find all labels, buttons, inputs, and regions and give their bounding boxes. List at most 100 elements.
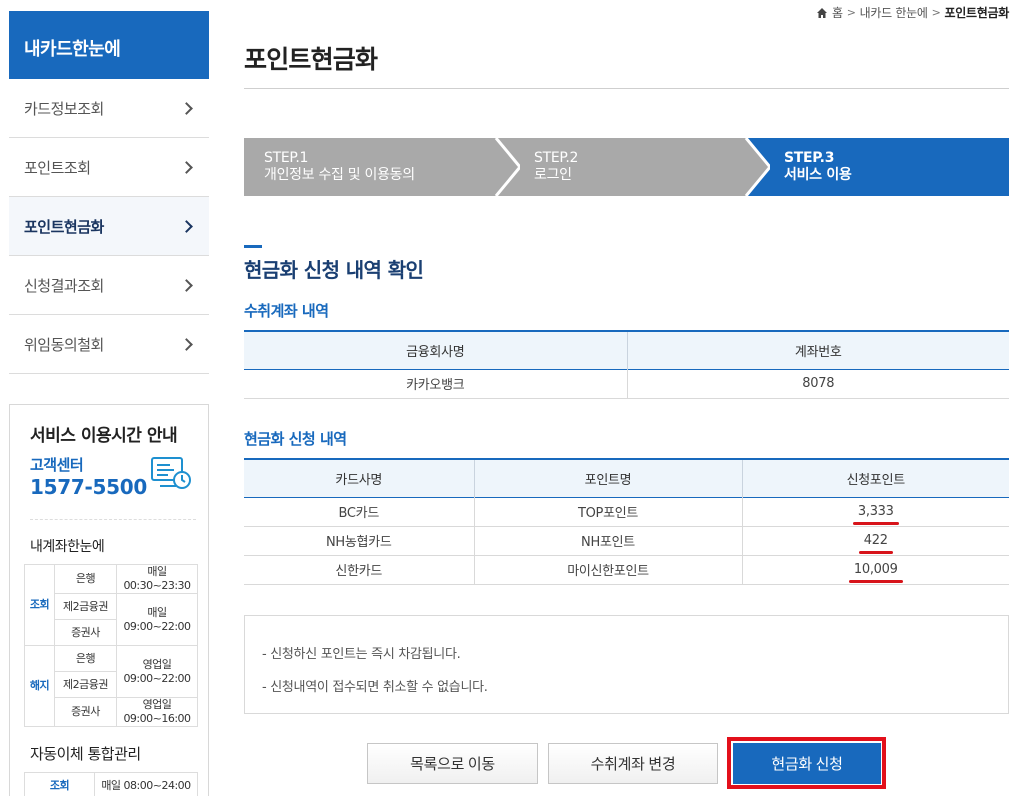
institution-cell: 제2금융권 xyxy=(54,593,117,620)
card-company-cell: NH농협카드 xyxy=(244,526,474,556)
column-header: 카드사명 xyxy=(244,459,474,497)
requested-points-cell: 422 xyxy=(741,526,1009,556)
column-header: 포인트명 xyxy=(473,459,742,497)
account-number-cell: 8078 xyxy=(626,369,1009,399)
step-1: STEP.1 개인정보 수집 및 이용동의 xyxy=(244,138,520,196)
point-name-cell: TOP포인트 xyxy=(473,497,742,527)
table-row: 신한카드 마이신한포인트 10,009 xyxy=(244,555,1009,585)
service-hours-title: 서비스 이용시간 안내 xyxy=(30,426,178,446)
monitor-clock-icon xyxy=(151,457,191,489)
auto-transfer-table: 조회 매일 08:00~24:00 xyxy=(24,772,198,796)
table-row: NH농협카드 NH포인트 422 xyxy=(244,526,1009,556)
column-header: 계좌번호 xyxy=(626,331,1009,369)
sidebar-item-point-inquiry[interactable]: 포인트조회 xyxy=(9,138,209,197)
column-header: 금융회사명 xyxy=(244,331,627,369)
notice-line: - 신청하신 포인트는 즉시 차감됩니다. xyxy=(262,647,461,662)
chevron-right-icon xyxy=(180,219,193,233)
hours-cell: 매일 00:30~23:30 xyxy=(116,564,198,594)
request-subtitle: 현금화 신청 내역 xyxy=(244,430,347,448)
sidebar-item-label: 신청결과조회 xyxy=(24,276,104,295)
step-number: STEP.2 xyxy=(534,150,579,166)
hours-cell: 영업일 09:00~22:00 xyxy=(116,645,198,698)
requested-points-value: 3,333 xyxy=(852,504,899,525)
sidebar-title: 내카드한눈에 xyxy=(9,11,209,79)
change-account-button[interactable]: 수취계좌 변경 xyxy=(548,743,718,784)
table-header-row: 금융회사명 계좌번호 xyxy=(244,331,1009,369)
sidebar-item-label: 포인트조회 xyxy=(24,158,91,177)
section-title: 현금화 신청 내역 확인 xyxy=(244,258,424,282)
institution-cell: 증권사 xyxy=(54,619,117,646)
institution-cell: 은행 xyxy=(54,564,117,594)
step-label: 서비스 이용 xyxy=(784,167,852,183)
requested-points-value: 422 xyxy=(858,533,893,554)
my-account-section-title: 내계좌한눈에 xyxy=(30,539,105,555)
chevron-right-icon xyxy=(180,160,193,174)
breadcrumb-parent[interactable]: 내카드 한눈에 xyxy=(860,4,928,21)
step-number: STEP.3 xyxy=(784,150,835,166)
step-3: STEP.3 서비스 이용 xyxy=(744,138,1009,196)
card-company-cell: BC카드 xyxy=(244,497,474,527)
sidebar-item-card-info[interactable]: 카드정보조회 xyxy=(9,79,209,138)
institution-cell: 은행 xyxy=(54,645,117,672)
account-subtitle: 수취계좌 내역 xyxy=(244,302,329,320)
column-header: 신청포인트 xyxy=(741,459,1009,497)
table-row: 조회 매일 08:00~24:00 xyxy=(24,772,198,796)
service-hours-table: 조회 은행 매일 00:30~23:30 제2금융권 매일 09:00~22:00 … xyxy=(24,564,198,727)
category-cell: 조회 xyxy=(24,564,55,646)
sidebar: 내카드한눈에 카드정보조회 포인트조회 포인트현금화 신청결과조회 위임동의철회 xyxy=(9,11,209,374)
sidebar-item-consent-withdrawal[interactable]: 위임동의철회 xyxy=(9,315,209,374)
step-label: 개인정보 수집 및 이용동의 xyxy=(264,167,415,183)
category-cell: 해지 xyxy=(24,645,55,727)
step-arrow-icon xyxy=(492,138,520,196)
table-header-row: 카드사명 포인트명 신청포인트 xyxy=(244,459,1009,497)
customer-center: 고객센터 1577-5500 xyxy=(30,454,196,520)
card-company-cell: 신한카드 xyxy=(244,555,474,585)
home-icon[interactable] xyxy=(816,7,828,19)
point-name-cell: NH포인트 xyxy=(473,526,742,556)
table-row: 카카오뱅크 8078 xyxy=(244,369,1009,399)
step-label: 로그인 xyxy=(534,167,572,183)
step-number: STEP.1 xyxy=(264,150,309,166)
breadcrumb: 홈 > 내카드 한눈에 > 포인트현금화 xyxy=(816,4,1009,21)
hours-cell: 매일 08:00~24:00 xyxy=(94,772,198,796)
title-divider xyxy=(244,88,1009,89)
section-title-accent xyxy=(244,245,262,248)
chevron-right-icon: > xyxy=(931,6,941,19)
page-title: 포인트현금화 xyxy=(244,45,378,74)
step-2: STEP.2 로그인 xyxy=(494,138,770,196)
notice-box: - 신청하신 포인트는 즉시 차감됩니다. - 신청내역이 접수되면 취소할 수… xyxy=(244,615,1009,714)
bank-name-cell: 카카오뱅크 xyxy=(244,369,627,399)
apply-cashout-button[interactable]: 현금화 신청 xyxy=(733,743,881,784)
account-table: 금융회사명 계좌번호 카카오뱅크 8078 xyxy=(244,330,1009,399)
sidebar-menu: 카드정보조회 포인트조회 포인트현금화 신청결과조회 위임동의철회 xyxy=(9,79,209,374)
sidebar-item-point-cashout[interactable]: 포인트현금화 xyxy=(9,197,209,256)
chevron-right-icon xyxy=(180,278,193,292)
request-table: 카드사명 포인트명 신청포인트 BC카드 TOP포인트 3,333 NH농협카드… xyxy=(244,458,1009,585)
sidebar-item-label: 위임동의철회 xyxy=(24,335,104,354)
hours-cell: 영업일 09:00~16:00 xyxy=(116,697,198,727)
requested-points-cell: 3,333 xyxy=(741,497,1009,527)
auto-transfer-section-title: 자동이체 통합관리 xyxy=(30,745,141,763)
institution-cell: 증권사 xyxy=(54,697,117,727)
breadcrumb-home[interactable]: 홈 xyxy=(832,4,843,21)
requested-points-cell: 10,009 xyxy=(741,555,1009,585)
institution-cell: 제2금융권 xyxy=(54,671,117,698)
hours-cell: 매일 09:00~22:00 xyxy=(116,593,198,646)
go-to-list-button[interactable]: 목록으로 이동 xyxy=(367,743,538,784)
step-arrow-icon xyxy=(742,138,770,196)
table-row: 해지 은행 영업일 09:00~22:00 xyxy=(24,645,198,727)
point-name-cell: 마이신한포인트 xyxy=(473,555,742,585)
notice-line: - 신청내역이 접수되면 취소할 수 없습니다. xyxy=(262,680,488,695)
sidebar-item-label: 포인트현금화 xyxy=(24,217,104,236)
chevron-right-icon xyxy=(180,337,193,351)
sidebar-item-result-inquiry[interactable]: 신청결과조회 xyxy=(9,256,209,315)
step-indicator: STEP.1 개인정보 수집 및 이용동의 STEP.2 로그인 STEP.3 … xyxy=(244,138,1009,196)
chevron-right-icon: > xyxy=(846,6,856,19)
breadcrumb-current: 포인트현금화 xyxy=(944,6,1010,20)
chevron-right-icon xyxy=(180,101,193,115)
service-hours-box: 서비스 이용시간 안내 고객센터 1577-5500 내계좌한눈에 조회 은행 … xyxy=(9,404,209,796)
table-row: BC카드 TOP포인트 3,333 xyxy=(244,497,1009,527)
category-cell: 조회 xyxy=(24,772,95,796)
sidebar-item-label: 카드정보조회 xyxy=(24,99,104,118)
requested-points-value: 10,009 xyxy=(848,562,903,583)
